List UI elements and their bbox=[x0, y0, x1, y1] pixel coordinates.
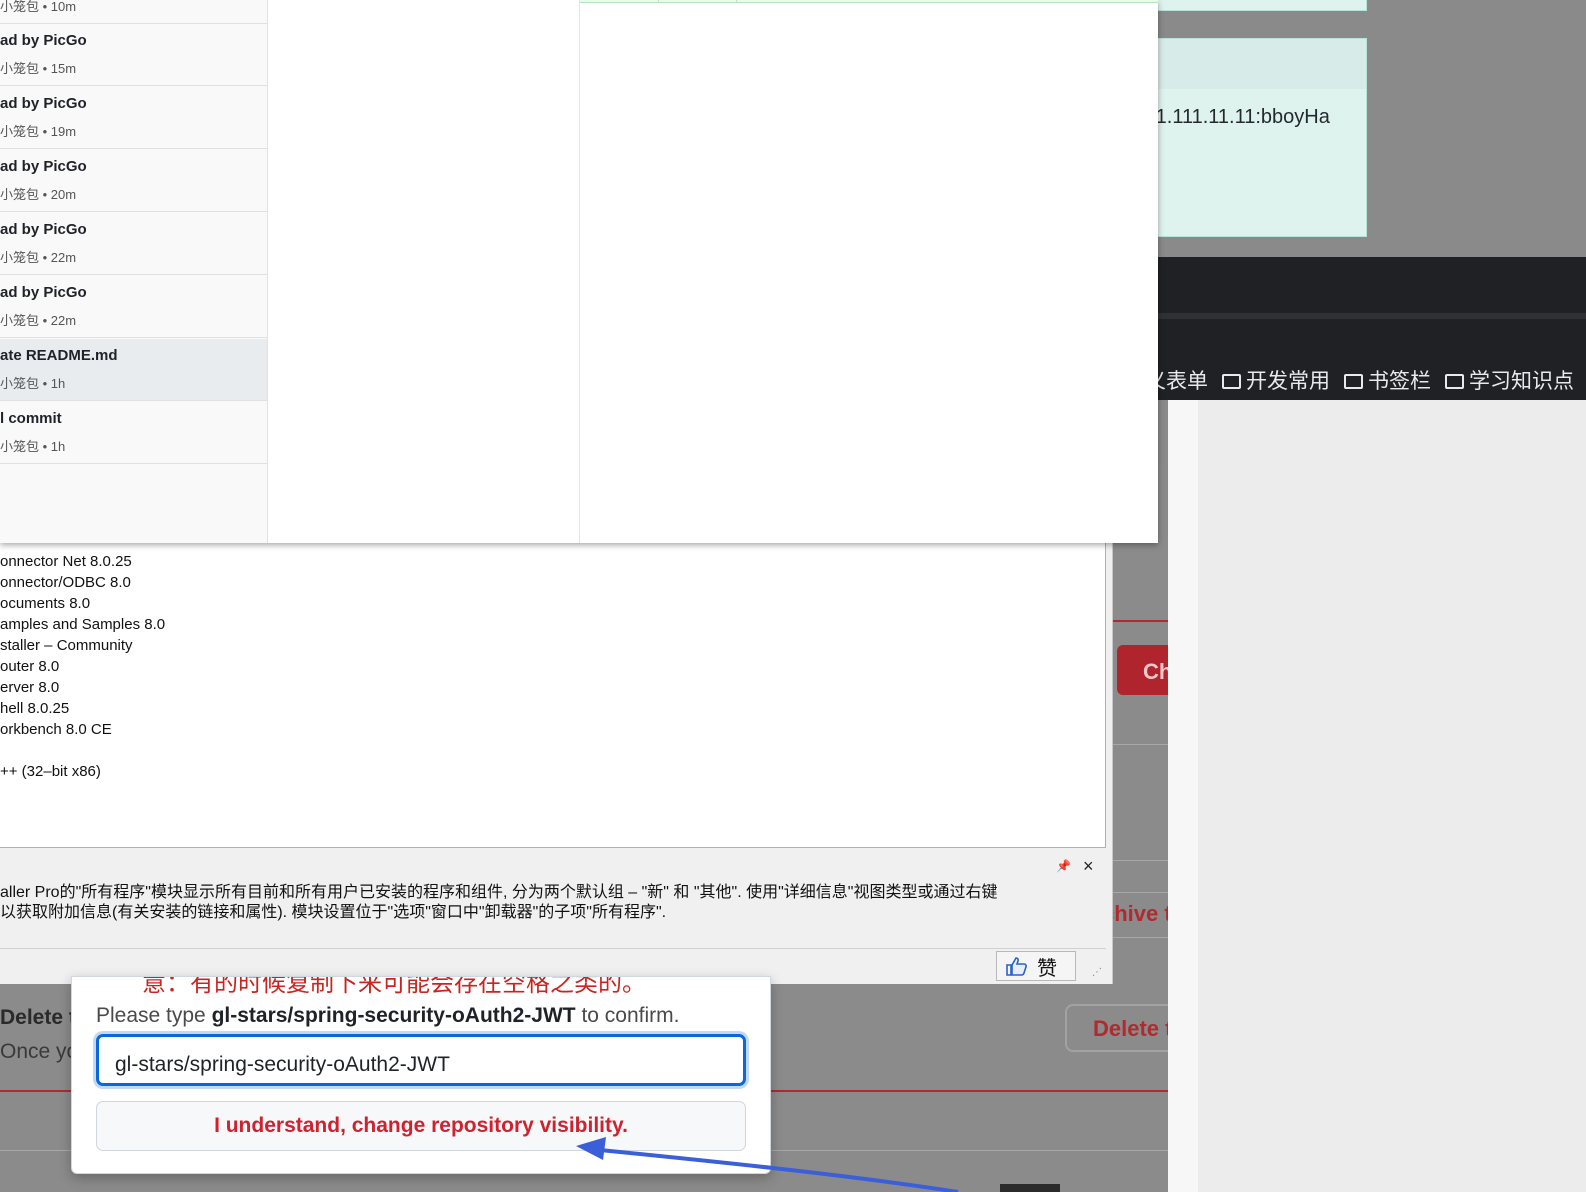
confirm-change-visibility-button[interactable]: I understand, change repository visibili… bbox=[96, 1101, 746, 1151]
program-item[interactable]: outer 8.0 bbox=[0, 658, 59, 675]
program-item[interactable]: ++ (32–bit x86) bbox=[0, 763, 101, 780]
commit-title: ad by PicGo bbox=[0, 95, 87, 112]
delete-repository-title: Delete t bbox=[0, 1006, 76, 1029]
commit-meta: 小笼包 • 19m bbox=[0, 124, 77, 139]
confirm-prompt: Please type gl-stars/spring-security-oAu… bbox=[96, 1004, 680, 1028]
info-text-line: 以获取附加信息(有关安装的链接和属性). 模块设置位于"选项"窗口中"卸载器"的… bbox=[0, 904, 667, 921]
commit-item[interactable]: ad by PicGo 小笼包 • 22m bbox=[0, 276, 267, 338]
diff-added-line bbox=[580, 0, 1158, 3]
commit-history-window: 小笼包 • 10m ad by PicGo 小笼包 • 15m ad by Pi… bbox=[0, 0, 1158, 543]
program-item[interactable]: ocuments 8.0 bbox=[0, 595, 90, 612]
close-icon[interactable]: × bbox=[1083, 856, 1094, 877]
browser-content-strip bbox=[1168, 400, 1198, 1192]
commit-item[interactable]: ad by PicGo 小笼包 • 15m bbox=[0, 24, 267, 86]
commit-meta: 小笼包 • 1h bbox=[0, 439, 66, 454]
browser-chrome: 义表单 开发常用 书签栏 学习知识点 bbox=[1145, 257, 1586, 400]
commit-item-selected[interactable]: ate README.md 小笼包 • 1h bbox=[0, 339, 267, 401]
toolbar-divider bbox=[1145, 313, 1586, 319]
note-text: 11.111.11.11:bboyHa bbox=[1146, 106, 1330, 128]
commit-item[interactable]: 小笼包 • 10m bbox=[0, 0, 267, 24]
commit-title: ate README.md bbox=[0, 347, 118, 364]
commit-meta: 小笼包 • 22m bbox=[0, 313, 77, 328]
commit-meta: 小笼包 • 15m bbox=[0, 61, 77, 76]
prompt-repo-name: gl-stars/spring-security-oAuth2-JWT bbox=[211, 1004, 576, 1027]
commit-title: ad by PicGo bbox=[0, 284, 87, 301]
program-item[interactable]: amples and Samples 8.0 bbox=[0, 616, 165, 633]
commit-item[interactable]: ad by PicGo 小笼包 • 19m bbox=[0, 87, 267, 149]
bookmarks-bar: 义表单 开发常用 书签栏 学习知识点 bbox=[1145, 360, 1586, 400]
commit-meta: 小笼包 • 22m bbox=[0, 250, 77, 265]
taskbar-fragment bbox=[1000, 1184, 1060, 1192]
browser-content-area bbox=[1168, 400, 1586, 1192]
prompt-suffix: to confirm. bbox=[575, 1004, 680, 1027]
diff-pane bbox=[580, 0, 1158, 543]
pin-icon[interactable]: 📌 bbox=[1056, 859, 1071, 873]
info-panel: 📌 × aller Pro的"所有程序"模块显示所有目前和所有用户已安装的程序和… bbox=[0, 850, 1106, 948]
commit-title: ad by PicGo bbox=[0, 32, 87, 49]
commit-meta: 小笼包 • 20m bbox=[0, 187, 77, 202]
program-list: onnector Net 8.0.25 onnector/ODBC 8.0 oc… bbox=[0, 538, 1106, 848]
annotation-note: 意：有的时候复制下来可能会存在空格之类的。 bbox=[142, 976, 646, 997]
folder-icon bbox=[1445, 373, 1464, 389]
commit-item[interactable]: ad by PicGo 小笼包 • 22m bbox=[0, 213, 267, 275]
delete-repository-button[interactable]: Delete t bbox=[1065, 1004, 1185, 1052]
program-item[interactable]: hell 8.0.25 bbox=[0, 700, 69, 717]
commit-title: l commit bbox=[0, 410, 62, 427]
program-item[interactable]: onnector Net 8.0.25 bbox=[0, 553, 132, 570]
bookmark-label: 开发常用 bbox=[1246, 370, 1330, 393]
bookmark-label: 学习知识点 bbox=[1469, 370, 1574, 393]
program-item[interactable]: staller – Community bbox=[0, 637, 133, 654]
note-box-fragment bbox=[1145, 0, 1367, 11]
folder-icon bbox=[1222, 373, 1241, 389]
program-item[interactable]: orkbench 8.0 CE bbox=[0, 721, 112, 738]
commit-item[interactable]: ad by PicGo 小笼包 • 20m bbox=[0, 150, 267, 212]
repo-name-confirm-input[interactable] bbox=[96, 1034, 746, 1086]
note-box: 11.111.11.11:bboyHa bbox=[1145, 38, 1367, 237]
prompt-prefix: Please type bbox=[96, 1004, 212, 1027]
changed-files-pane bbox=[268, 0, 580, 543]
resize-grip-icon[interactable]: ⋰ bbox=[1092, 967, 1102, 978]
like-button[interactable]: 赞 bbox=[996, 951, 1076, 981]
bookmark-folder-dev[interactable]: 开发常用 bbox=[1222, 365, 1330, 395]
program-item[interactable]: erver 8.0 bbox=[0, 679, 59, 696]
diff-gutter bbox=[658, 0, 659, 3]
commit-meta: 小笼包 • 10m bbox=[0, 0, 77, 14]
commit-meta: 小笼包 • 1h bbox=[0, 376, 66, 391]
program-item[interactable]: onnector/ODBC 8.0 bbox=[0, 574, 131, 591]
commit-title: ad by PicGo bbox=[0, 221, 87, 238]
commit-item[interactable]: l commit 小笼包 • 1h bbox=[0, 402, 267, 464]
like-label: 赞 bbox=[1037, 957, 1057, 980]
delete-repository-description: Once yo bbox=[0, 1040, 79, 1063]
folder-icon bbox=[1344, 373, 1363, 389]
commit-list: 小笼包 • 10m ad by PicGo 小笼包 • 15m ad by Pi… bbox=[0, 0, 268, 543]
thumbs-up-icon bbox=[1006, 957, 1027, 976]
change-visibility-dialog: 意：有的时候复制下来可能会存在空格之类的。 Please type gl-sta… bbox=[71, 976, 771, 1174]
note-header bbox=[1146, 39, 1366, 89]
bookmark-label: 书签栏 bbox=[1368, 370, 1431, 393]
diff-gutter bbox=[736, 0, 737, 3]
commit-title: ad by PicGo bbox=[0, 158, 87, 175]
bookmark-folder-bar[interactable]: 书签栏 bbox=[1344, 365, 1431, 395]
bookmark-folder-study[interactable]: 学习知识点 bbox=[1445, 365, 1574, 395]
uninstaller-window: onnector Net 8.0.25 onnector/ODBC 8.0 oc… bbox=[0, 538, 1113, 984]
